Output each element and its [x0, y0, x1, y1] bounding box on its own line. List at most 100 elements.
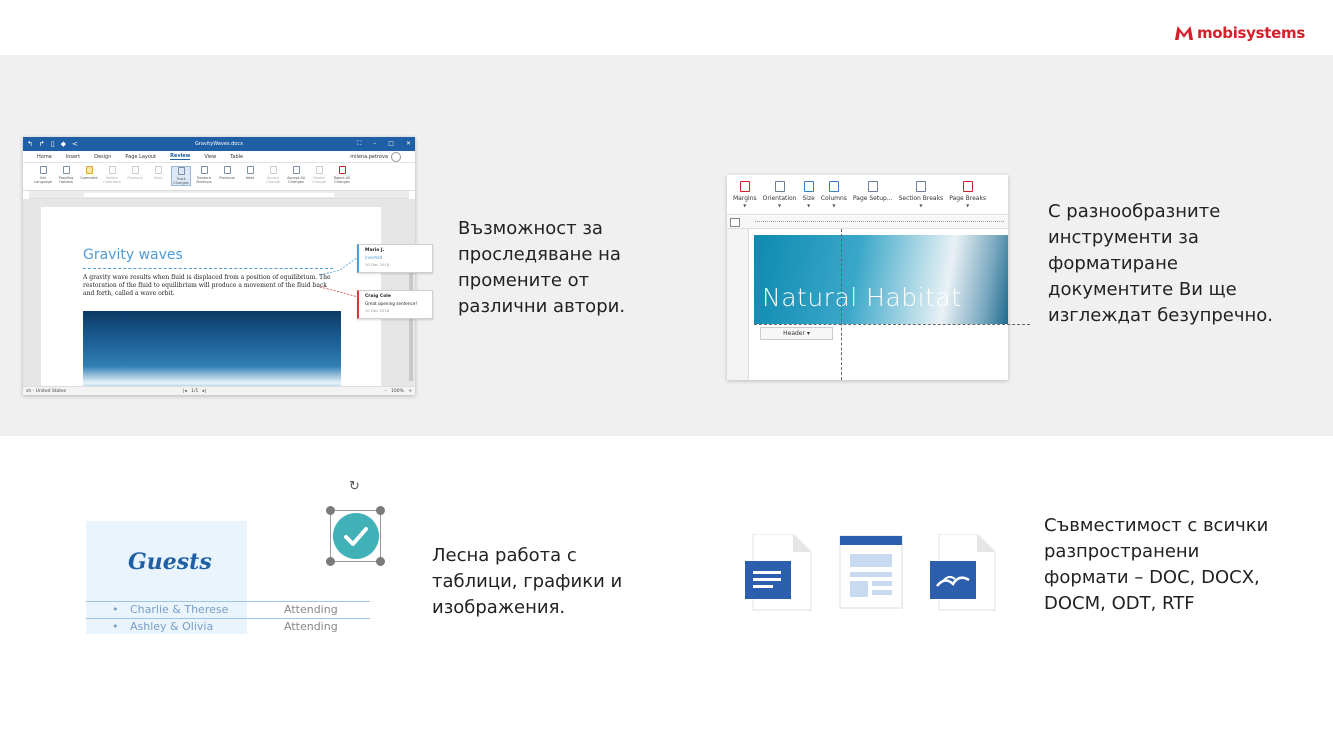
- ribbon-button-label: Proofing Options: [58, 176, 74, 184]
- document-name: GravityWaves.docx: [194, 141, 244, 147]
- layout-button-page-breaks[interactable]: Page Breaks ▼: [949, 181, 986, 209]
- comment-card[interactable]: Mario J. Inserted 10 Dec 2018: [357, 244, 433, 273]
- rotate-handle-icon[interactable]: ↻: [349, 479, 360, 494]
- tab-stop-selector[interactable]: [730, 218, 740, 227]
- ocean-wave-image[interactable]: [83, 311, 341, 395]
- header-image[interactable]: Natural Habitat: [754, 235, 1008, 324]
- ribbon-button-accept-change[interactable]: Accept Change: [263, 166, 283, 184]
- vertical-ruler[interactable]: [727, 229, 749, 380]
- layout-button-label: Size: [802, 195, 815, 202]
- brand-logo[interactable]: mobisystems: [1174, 24, 1305, 42]
- layout-button-label: Columns: [820, 195, 847, 202]
- word-doc-icon: [745, 533, 815, 614]
- layout-button-label: Margins: [733, 195, 757, 202]
- zoom-out-icon[interactable]: –: [385, 389, 387, 394]
- mobisystems-m-icon: [1174, 26, 1193, 40]
- bullet: •: [112, 603, 119, 616]
- layout-button-label: Page Breaks: [949, 195, 987, 202]
- text-layout-icon: [839, 535, 903, 610]
- ribbon-button-label: Set Language: [34, 176, 52, 184]
- ribbon-button-next[interactable]: Next: [240, 166, 260, 180]
- layout-button-orientation[interactable]: Orientation ▼: [763, 181, 797, 209]
- chevron-down-icon: ▼: [919, 203, 923, 208]
- ribbon-button-next[interactable]: Next: [148, 166, 168, 180]
- table-row[interactable]: • Ashley & Olivia Attending: [86, 618, 370, 635]
- feature-text-tables: Лесна работа с таблици, графики и изобра…: [432, 543, 622, 621]
- chevron-down-icon: ▼: [832, 203, 836, 208]
- ribbon-command-icon: [200, 166, 208, 174]
- ribbon-button-previous[interactable]: Previous: [125, 166, 145, 180]
- ribbon-button-restore-markups[interactable]: Restore Markups: [194, 166, 214, 184]
- ribbon-button-reject-all-changes[interactable]: Reject All Changes: [332, 166, 352, 184]
- ribbon-button-label: Previous: [127, 176, 143, 180]
- vertical-scrollbar[interactable]: [409, 271, 413, 381]
- menu-item-review[interactable]: Review: [170, 153, 191, 160]
- layout-button-section-breaks[interactable]: Section Breaks ▼: [898, 181, 944, 209]
- layout-button-label: Section Breaks: [898, 195, 944, 202]
- checkmark-badge-image: [333, 513, 379, 559]
- ribbon-button-reject-change[interactable]: Reject Change: [309, 166, 329, 184]
- menu-item-view[interactable]: View: [204, 154, 216, 160]
- menu-item-home[interactable]: Home: [37, 154, 52, 160]
- selected-image-frame[interactable]: [326, 506, 385, 566]
- ribbon-button-track-changes[interactable]: Track Changes: [171, 166, 191, 186]
- ribbon-command-icon: [292, 166, 300, 174]
- header-section-label[interactable]: Header ▾: [760, 327, 833, 340]
- zoom-in-icon[interactable]: +: [408, 389, 412, 394]
- ribbon-button-label: Accept All Changes: [287, 176, 305, 184]
- ribbon-button-label: Previous: [219, 176, 235, 180]
- feature-text-formatting: С разнообразните инструменти за форматир…: [1048, 199, 1273, 329]
- resize-handle[interactable]: [376, 557, 385, 566]
- menu-item-table[interactable]: Table: [230, 154, 243, 160]
- review-ribbon: Set Language Proofing Options Comment Delet…: [23, 163, 415, 191]
- language-status[interactable]: sh - United States: [26, 389, 66, 394]
- layout-button-page-setup[interactable]: Page Setup...: [853, 181, 893, 202]
- writer-doc-icon: [929, 533, 999, 614]
- guests-title: Guests: [128, 549, 212, 575]
- feature-line: документите Ви ще: [1048, 279, 1237, 300]
- first-page-icon[interactable]: |◂: [183, 389, 187, 394]
- horizontal-ruler[interactable]: [727, 216, 1008, 229]
- layout-button-columns[interactable]: Columns ▼: [821, 181, 847, 209]
- resize-handle[interactable]: [326, 557, 335, 566]
- layout-command-icon: [774, 181, 785, 192]
- ribbon-button-delete-comment[interactable]: Delete Comment: [102, 166, 122, 184]
- layout-button-label: Page Setup...: [852, 195, 893, 202]
- ribbon-button-accept-all-changes[interactable]: Accept All Changes: [286, 166, 306, 184]
- ribbon-button-comment[interactable]: Comment: [79, 166, 99, 180]
- layout-button-label: Orientation: [762, 195, 797, 202]
- layout-command-icon: [962, 181, 973, 192]
- zoom-control: – 100% +: [385, 389, 413, 394]
- comment-author: Mario J.: [365, 248, 385, 253]
- chevron-down-icon: ▼: [807, 203, 811, 208]
- margin-guide-horizontal: [754, 324, 1030, 325]
- feature-line: Възможност за: [458, 218, 603, 239]
- ribbon-button-label: Accept Change: [266, 176, 280, 184]
- feature-line: форматиране: [1048, 253, 1178, 274]
- horizontal-ruler[interactable]: [29, 191, 409, 199]
- comment-card[interactable]: Craig Cole Great opening sentence! 10 De…: [357, 290, 433, 319]
- menu-item-page-layout[interactable]: Page Layout: [125, 154, 156, 160]
- ribbon-button-set-language[interactable]: Set Language: [33, 166, 53, 184]
- guests-table[interactable]: Guests • Charlie & Therese Attending • A…: [86, 521, 370, 634]
- ribbon-command-icon: [246, 166, 254, 174]
- comment-date: 10 Dec 2018: [365, 262, 390, 267]
- table-row[interactable]: • Charlie & Therese Attending: [86, 601, 370, 618]
- feature-line: формати – DOC, DOCX,: [1044, 567, 1260, 588]
- layout-page[interactable]: Natural Habitat Header ▾: [754, 229, 1008, 380]
- ribbon-button-proofing-options[interactable]: Proofing Options: [56, 166, 76, 184]
- last-page-icon[interactable]: ▸|: [203, 389, 207, 394]
- layout-button-size[interactable]: Size ▼: [803, 181, 815, 209]
- ribbon-button-previous[interactable]: Previous: [217, 166, 237, 180]
- layout-button-margins[interactable]: Margins ▼: [733, 181, 757, 209]
- page-navigator: |◂ 1/1 ▸|: [183, 389, 206, 394]
- menu-item-insert[interactable]: Insert: [66, 154, 80, 160]
- feature-line: проследяване на: [458, 244, 621, 265]
- menu-item-design[interactable]: Design: [94, 154, 111, 160]
- user-account[interactable]: milena.petrova: [350, 151, 401, 162]
- ribbon-button-label: Next: [245, 176, 255, 180]
- layout-command-icon: [915, 181, 926, 192]
- resize-handle[interactable]: [326, 506, 335, 515]
- resize-handle[interactable]: [376, 506, 385, 515]
- feature-text-compatibility: Съвместимост с всички разпространени фор…: [1044, 513, 1268, 617]
